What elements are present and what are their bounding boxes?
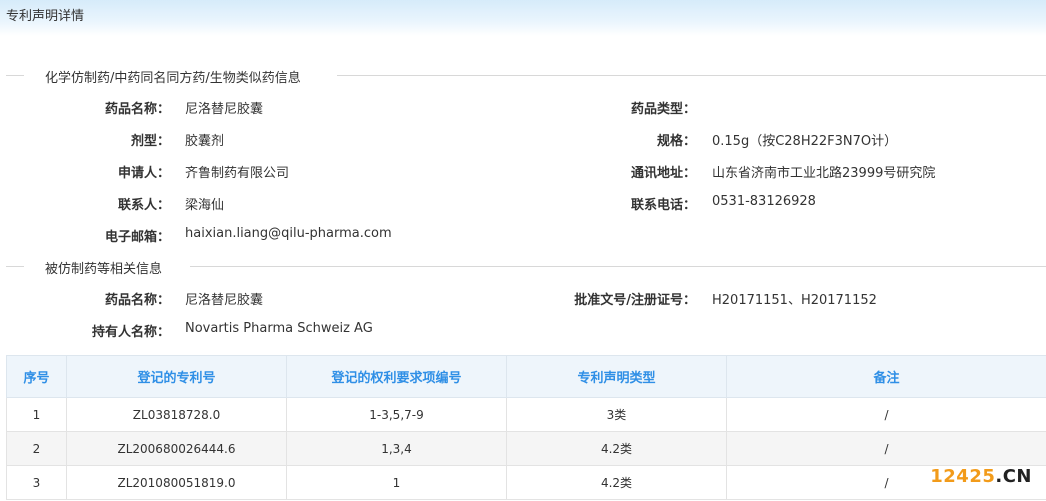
label-dosage-form: 剂型：: [130, 134, 170, 149]
label-drug-type: 药品类型：: [630, 102, 696, 117]
header-statement-type: 专利声明类型: [506, 355, 727, 398]
value-dosage-form: 胶囊剂: [185, 134, 225, 149]
watermark-suffix: .CN: [995, 466, 1032, 487]
label-applicant: 申请人：: [117, 166, 170, 181]
header-claim-no: 登记的权利要求项编号: [286, 355, 507, 398]
cell-statement-type: 4.2类: [506, 431, 727, 466]
value-ref-drug-name: 尼洛替尼胶囊: [185, 293, 264, 308]
cell-index: 3: [6, 465, 67, 500]
value-holder: Novartis Pharma Schweiz AG: [185, 321, 373, 336]
cell-index: 1: [6, 397, 67, 432]
label-drug-name: 药品名称：: [104, 102, 170, 117]
value-phone: 0531-83126928: [712, 194, 816, 209]
label-ref-drug-name: 药品名称：: [104, 293, 170, 308]
label-holder: 持有人名称：: [91, 325, 170, 340]
section-divider-right: [337, 75, 1046, 76]
cell-remarks: /: [726, 431, 1046, 466]
label-spec: 规格：: [656, 134, 696, 149]
value-address: 山东省济南市工业北路23999号研究院: [712, 166, 936, 181]
value-approval-no: H20171151、H20171152: [712, 293, 877, 308]
value-applicant: 齐鲁制药有限公司: [185, 166, 290, 181]
cell-patent-no: ZL201080051819.0: [66, 465, 287, 500]
label-approval-no: 批准文号/注册证号：: [574, 293, 696, 308]
table-row: 2 ZL200680026444.6 1,3,4 4.2类 /: [6, 431, 1046, 466]
cell-index: 2: [6, 431, 67, 466]
cell-statement-type: 4.2类: [506, 465, 727, 500]
section-title-reference-drug: 被仿制药等相关信息: [45, 262, 163, 277]
cell-claim-no: 1-3,5,7-9: [286, 397, 507, 432]
watermark-number: 12425: [930, 466, 996, 487]
table-header-row: 序号 登记的专利号 登记的权利要求项编号 专利声明类型 备注: [6, 355, 1046, 398]
value-contact: 梁海仙: [185, 198, 225, 213]
cell-patent-no: ZL03818728.0: [66, 397, 287, 432]
page-title: 专利声明详情: [6, 9, 85, 24]
section-divider-right: [190, 266, 1046, 267]
value-email: haixian.liang@qilu-pharma.com: [185, 226, 392, 241]
patent-table-container: 序号 登记的专利号 登记的权利要求项编号 专利声明类型 备注 1 ZL03818…: [6, 355, 1046, 500]
cell-remarks: /: [726, 397, 1046, 432]
section-generic-drug-info: 化学仿制药/中药同名同方药/生物类似药信息: [0, 67, 1046, 86]
label-email: 电子邮箱：: [104, 230, 170, 245]
header-remarks: 备注: [726, 355, 1046, 398]
cell-patent-no: ZL200680026444.6: [66, 431, 287, 466]
section-title-generic-drug: 化学仿制药/中药同名同方药/生物类似药信息: [45, 71, 301, 86]
cell-statement-type: 3类: [506, 397, 727, 432]
value-drug-name: 尼洛替尼胶囊: [185, 102, 264, 117]
table-row: 3 ZL201080051819.0 1 4.2类 /: [6, 465, 1046, 500]
label-phone: 联系电话：: [630, 198, 696, 213]
patent-table: 序号 登记的专利号 登记的权利要求项编号 专利声明类型 备注 1 ZL03818…: [6, 355, 1046, 500]
label-contact: 联系人：: [117, 198, 170, 213]
value-spec: 0.15g（按C28H22F3N7O计）: [712, 134, 898, 149]
header-patent-no: 登记的专利号: [66, 355, 287, 398]
section-divider-left: [6, 75, 24, 76]
label-address: 通讯地址：: [630, 166, 696, 181]
site-watermark: 12425.CN: [930, 466, 1032, 487]
cell-claim-no: 1,3,4: [286, 431, 507, 466]
table-row: 1 ZL03818728.0 1-3,5,7-9 3类 /: [6, 397, 1046, 432]
cell-claim-no: 1: [286, 465, 507, 500]
section-divider-left: [6, 266, 24, 267]
section-reference-drug-info: 被仿制药等相关信息: [0, 258, 1046, 277]
header-bar: 专利声明详情: [0, 0, 1046, 36]
header-index: 序号: [6, 355, 67, 398]
